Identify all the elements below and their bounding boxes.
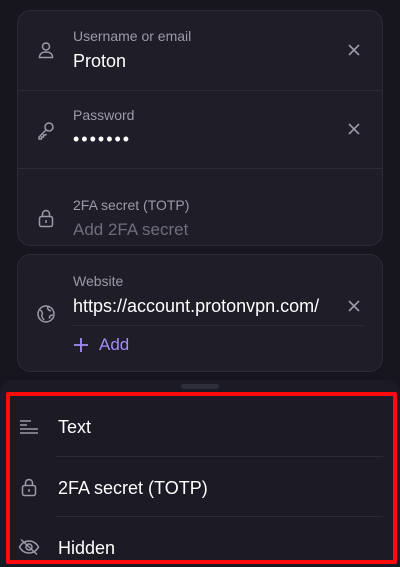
- add-website-button[interactable]: Add: [73, 335, 129, 355]
- website-url[interactable]: https://account.protonvpn.com/: [73, 296, 319, 317]
- username-row[interactable]: Username or email Proton: [18, 11, 382, 90]
- sheet-grabber[interactable]: [181, 384, 219, 389]
- add-website-label: Add: [99, 335, 130, 354]
- password-value[interactable]: •••••••: [73, 129, 131, 150]
- website-card: Website https://account.protonvpn.com/ A…: [17, 254, 383, 372]
- user-icon: [35, 39, 57, 61]
- menu-item-hidden-label: Hidden: [58, 538, 116, 558]
- totp-row[interactable]: 2FA secret (TOTP) Add 2FA secret: [18, 168, 382, 246]
- globe-icon: [35, 303, 57, 325]
- clear-url-button[interactable]: [344, 296, 364, 316]
- clear-username-button[interactable]: [344, 40, 364, 60]
- lock-icon: [35, 207, 57, 229]
- website-label: Website: [73, 273, 124, 289]
- totp-label: 2FA secret (TOTP): [73, 197, 190, 213]
- menu-item-totp-label: 2FA secret (TOTP): [58, 478, 208, 498]
- menu-item-text[interactable]: Text: [10, 397, 383, 457]
- lock-icon: [18, 476, 40, 498]
- login-card: Username or email Proton Password ••••••…: [17, 10, 383, 246]
- close-icon: [348, 44, 360, 56]
- url-divider: [73, 325, 364, 326]
- username-value[interactable]: Proton: [73, 51, 126, 72]
- eye-off-icon: [18, 536, 40, 558]
- text-align-icon: [18, 416, 40, 438]
- menu-item-text-label: Text: [58, 417, 92, 437]
- username-label: Username or email: [73, 28, 192, 44]
- totp-placeholder[interactable]: Add 2FA secret: [73, 220, 188, 240]
- menu-item-hidden[interactable]: Hidden: [10, 517, 383, 567]
- menu-item-totp[interactable]: 2FA secret (TOTP): [10, 457, 383, 517]
- password-label: Password: [73, 107, 135, 123]
- clear-password-button[interactable]: [344, 119, 364, 139]
- plus-icon: [74, 338, 88, 352]
- close-icon: [348, 123, 360, 135]
- password-row[interactable]: Password •••••••: [18, 90, 382, 168]
- close-icon: [348, 300, 360, 312]
- key-icon: [35, 119, 57, 141]
